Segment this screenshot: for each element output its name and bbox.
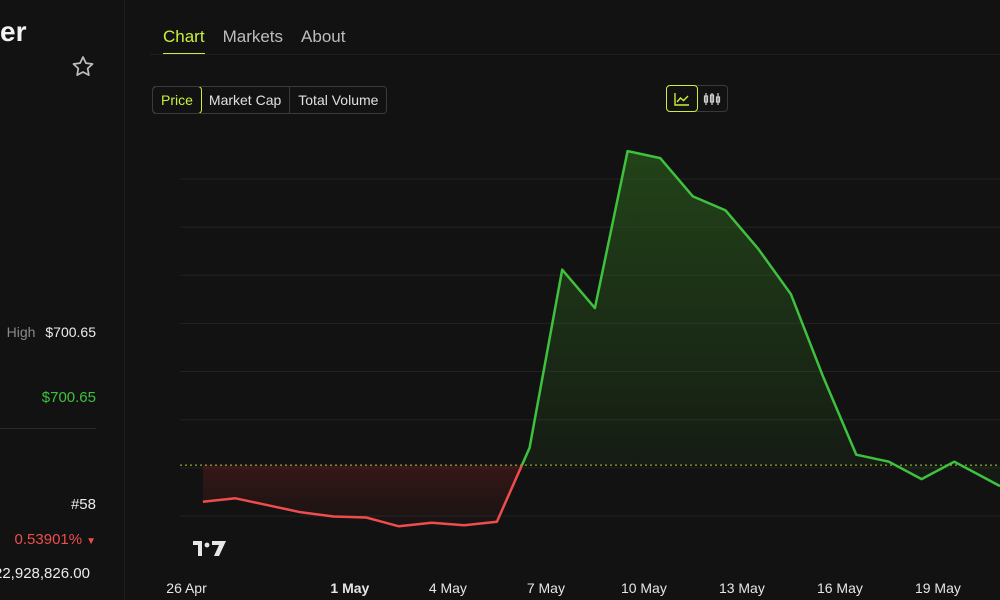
x-tick-label: 1 May <box>330 580 369 596</box>
x-tick-label: 4 May <box>429 580 467 596</box>
x-tick-label: 7 May <box>527 580 565 596</box>
x-tick-label: 10 May <box>621 580 667 596</box>
tradingview-logo-icon <box>193 541 226 556</box>
x-axis-ticks: 26 Apr 1 May 4 May 7 May 10 May 13 May 16 May 1… <box>166 580 961 596</box>
chart-area <box>202 151 1000 527</box>
x-tick-label: 26 Apr <box>166 580 207 596</box>
price-chart[interactable]: 26 Apr 1 May 4 May 7 May 10 May 13 May 16 May 1… <box>0 0 1000 600</box>
x-tick-label: 13 May <box>719 580 765 596</box>
green-area <box>521 151 1000 487</box>
x-tick-label: 19 May <box>915 580 961 596</box>
x-tick-label: 16 May <box>817 580 863 596</box>
